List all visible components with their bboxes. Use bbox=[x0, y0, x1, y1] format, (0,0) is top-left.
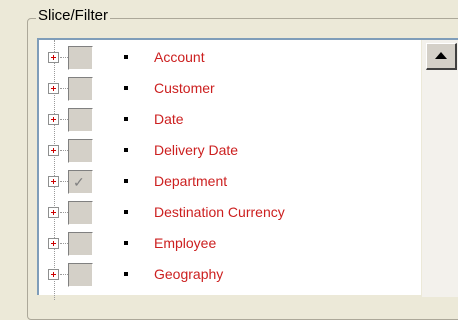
bullet-icon bbox=[124, 210, 128, 214]
scroll-up-button[interactable] bbox=[426, 43, 457, 70]
bullet-icon bbox=[124, 179, 128, 183]
tree-branch-line bbox=[60, 243, 68, 244]
tree-branch-line bbox=[60, 181, 68, 182]
tree-item-account[interactable]: Account bbox=[39, 46, 409, 70]
vertical-scrollbar[interactable] bbox=[421, 40, 458, 297]
item-checkbox[interactable] bbox=[68, 139, 93, 163]
bullet-icon bbox=[124, 117, 128, 121]
expand-plus-icon[interactable] bbox=[48, 176, 59, 187]
expand-plus-icon[interactable] bbox=[48, 207, 59, 218]
item-checkbox[interactable] bbox=[68, 263, 93, 287]
item-checkbox[interactable] bbox=[68, 201, 93, 225]
tree-branch-line bbox=[60, 150, 68, 151]
bullet-icon bbox=[124, 55, 128, 59]
tree-item-customer[interactable]: Customer bbox=[39, 77, 409, 101]
expand-plus-icon[interactable] bbox=[48, 52, 59, 63]
bullet-icon bbox=[124, 148, 128, 152]
dimension-tree[interactable]: Account Customer Date Delivery Date ✓ De… bbox=[37, 38, 458, 300]
arrow-up-icon bbox=[435, 52, 447, 59]
bullet-icon bbox=[124, 272, 128, 276]
tree-branch-line bbox=[60, 57, 68, 58]
tree-item-destination-currency[interactable]: Destination Currency bbox=[39, 201, 409, 225]
item-checkbox[interactable] bbox=[68, 77, 93, 101]
expand-plus-icon[interactable] bbox=[48, 238, 59, 249]
item-label[interactable]: Account bbox=[154, 49, 205, 65]
expand-plus-icon[interactable] bbox=[48, 83, 59, 94]
expand-plus-icon[interactable] bbox=[48, 114, 59, 125]
checkmark-icon: ✓ bbox=[73, 174, 85, 190]
expand-plus-icon[interactable] bbox=[48, 145, 59, 156]
tree-branch-line bbox=[60, 119, 68, 120]
group-title: Slice/Filter bbox=[36, 7, 111, 24]
tree-item-date[interactable]: Date bbox=[39, 108, 409, 132]
tree-item-delivery-date[interactable]: Delivery Date bbox=[39, 139, 409, 163]
item-checkbox-checked[interactable]: ✓ bbox=[68, 170, 93, 194]
tree-branch-line bbox=[60, 274, 68, 275]
tree-branch-line bbox=[60, 212, 68, 213]
expand-plus-icon[interactable] bbox=[48, 269, 59, 280]
item-checkbox[interactable] bbox=[68, 108, 93, 132]
item-label[interactable]: Employee bbox=[154, 235, 216, 251]
bullet-icon bbox=[124, 86, 128, 90]
item-label[interactable]: Geography bbox=[154, 266, 223, 282]
item-label[interactable]: Customer bbox=[154, 80, 215, 96]
item-label[interactable]: Department bbox=[154, 173, 227, 189]
item-checkbox[interactable] bbox=[68, 46, 93, 70]
item-checkbox[interactable] bbox=[68, 232, 93, 256]
tree-branch-line bbox=[60, 88, 68, 89]
item-label[interactable]: Destination Currency bbox=[154, 204, 285, 220]
item-label[interactable]: Delivery Date bbox=[154, 142, 238, 158]
tree-item-geography[interactable]: Geography bbox=[39, 263, 409, 287]
bullet-icon bbox=[124, 241, 128, 245]
item-label[interactable]: Date bbox=[154, 111, 184, 127]
tree-item-department[interactable]: ✓ Department bbox=[39, 170, 409, 194]
tree-item-employee[interactable]: Employee bbox=[39, 232, 409, 256]
